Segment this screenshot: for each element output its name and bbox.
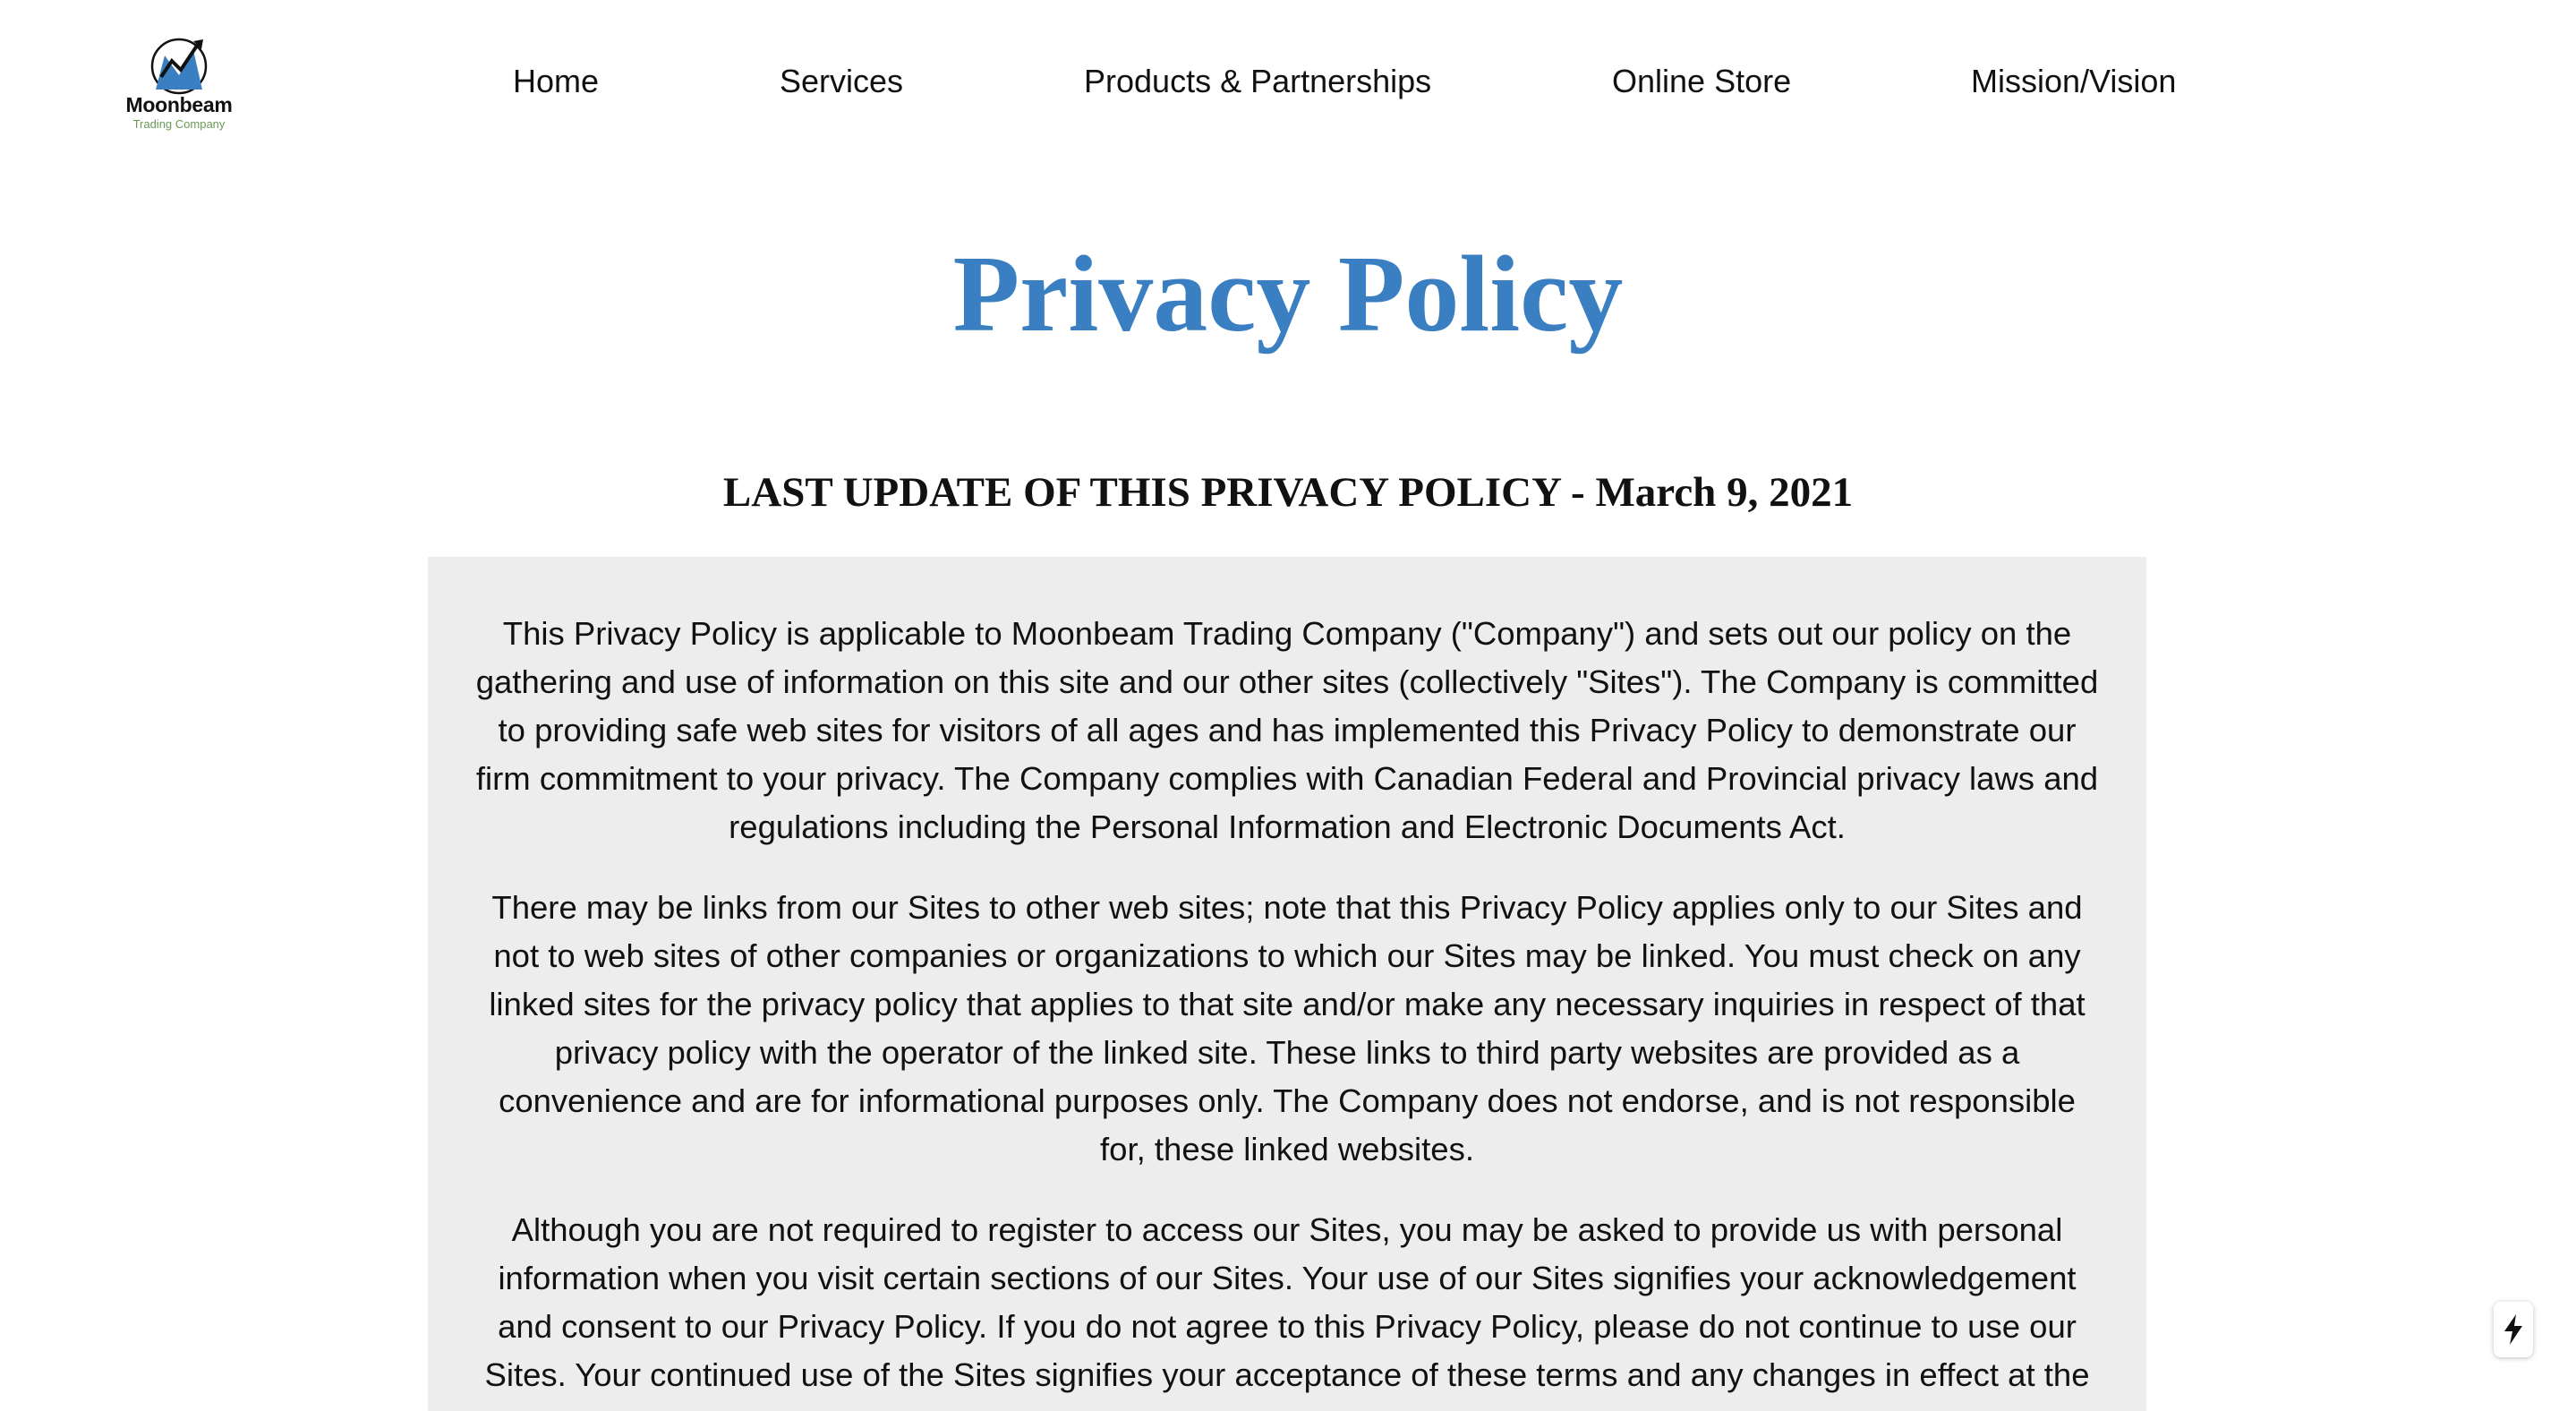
logo-mark-icon: [150, 38, 208, 95]
nav-online-store[interactable]: Online Store: [1612, 63, 1791, 100]
policy-content-panel: This Privacy Policy is applicable to Moo…: [428, 557, 2146, 1411]
policy-paragraph: Although you are not required to registe…: [484, 1211, 2090, 1411]
nav-home[interactable]: Home: [513, 63, 599, 100]
nav-products-partnerships[interactable]: Products & Partnerships: [1084, 63, 1431, 100]
nav-services[interactable]: Services: [780, 63, 903, 100]
policy-paragraph: There may be links from our Sites to oth…: [489, 889, 2086, 1167]
nav-mission-vision[interactable]: Mission/Vision: [1971, 63, 2176, 100]
lightning-bolt-icon: [2504, 1314, 2522, 1345]
logo-name: Moonbeam: [125, 93, 233, 116]
last-update-heading: LAST UPDATE OF THIS PRIVACY POLICY - Mar…: [722, 469, 1854, 516]
page-title: Privacy Policy: [952, 234, 1624, 355]
logo-tagline: Trading Company: [132, 117, 226, 131]
policy-paragraph: This Privacy Policy is applicable to Moo…: [475, 615, 2099, 845]
quick-action-button[interactable]: [2494, 1302, 2533, 1357]
moonbeam-logo[interactable]: Moonbeam Trading Company: [120, 30, 238, 136]
site-header: Moonbeam Trading Company Home Services P…: [0, 0, 2576, 166]
